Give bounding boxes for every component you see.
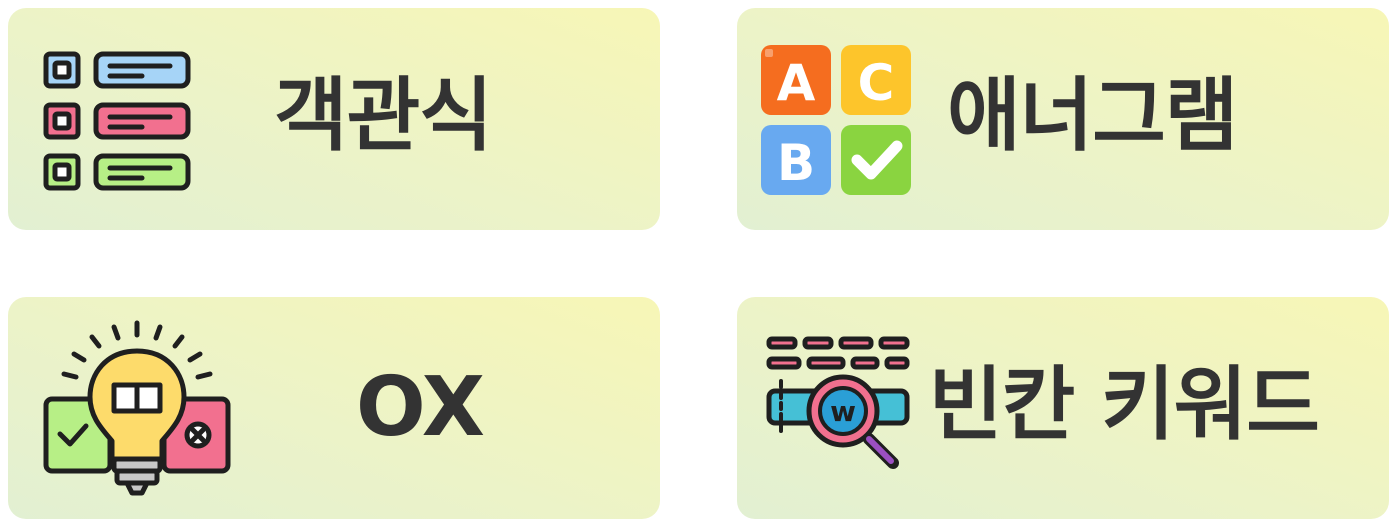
block-letter-a: A [777,54,816,112]
card-label: 빈칸 키워드 [929,358,1320,451]
quiz-type-ox-card[interactable]: OX [8,297,660,519]
quiz-type-anagram-card[interactable]: A C B 애너그램 [737,8,1389,230]
card-label: 객관식 [274,69,493,162]
keyword-magnifier-icon: w [766,336,910,469]
magnifier-letter: w [830,395,856,428]
block-letter-b: B [777,134,815,192]
quiz-type-blank-keyword-card[interactable]: w 빈칸 키워드 [737,297,1389,519]
card-label: 애너그램 [947,69,1238,162]
block-letter-c: C [858,54,895,112]
quiz-type-multiple-choice-card[interactable]: 객관식 [8,8,660,230]
lightbulb-ox-icon [43,320,231,496]
multiple-choice-list-icon [43,51,191,191]
abc-blocks-icon: A C B [761,45,911,195]
card-label: OX [356,360,485,455]
